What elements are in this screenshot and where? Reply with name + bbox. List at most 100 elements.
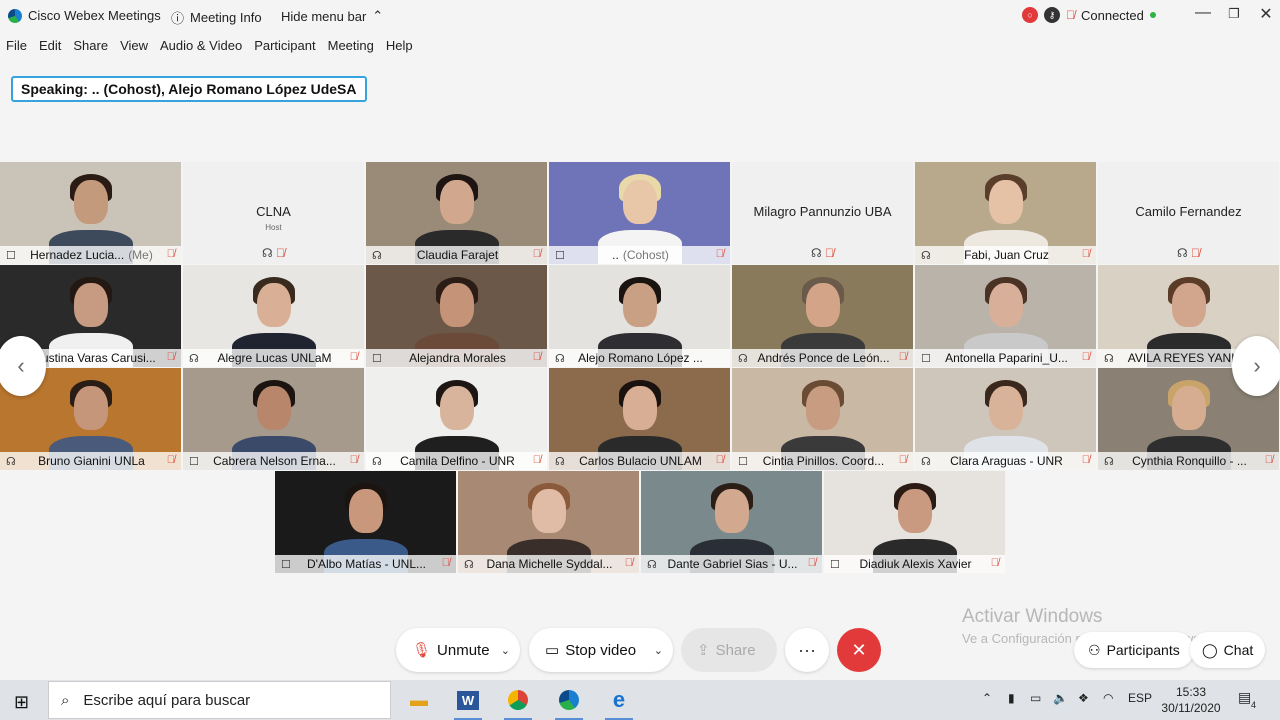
wifi-icon[interactable]: ◠ xyxy=(1103,691,1113,705)
windows-start-icon[interactable]: ⊞ xyxy=(14,692,29,713)
participant-tile[interactable]: ☊ Fabi, Juan Cruz 🎙̸ xyxy=(915,162,1096,264)
stop-video-button[interactable]: ▭ Stop video ⌄ xyxy=(529,628,673,672)
participant-tile[interactable]: ☐ Cabrera Nelson Erna... 🎙̸ xyxy=(183,368,364,470)
menu-edit[interactable]: Edit xyxy=(33,34,67,56)
participant-nameplate: ☐ Cintia Pinillos. Coord... 🎙̸ xyxy=(732,452,913,470)
participant-nameplate: ☐.. (Cohost) 🎙̸ xyxy=(549,246,730,264)
muted-mic-icon: 🎙̸ xyxy=(624,557,633,569)
menu-file[interactable]: File xyxy=(0,34,33,56)
participant-role: (Me) xyxy=(128,248,153,262)
participant-nameplate: ☊ Camila Delfino - UNR 🎙̸ xyxy=(366,452,547,470)
participant-tile[interactable]: ☊ Clara Araguas - UNR 🎙̸ xyxy=(915,368,1096,470)
participant-tile[interactable]: ☐ Diadiuk Alexis Xavier 🎙̸ xyxy=(824,471,1005,573)
dropbox-icon[interactable]: ❖ xyxy=(1078,691,1089,705)
menu-audio-video[interactable]: Audio & Video xyxy=(154,34,248,56)
participant-role: Host xyxy=(265,223,282,232)
participant-face xyxy=(988,386,1023,430)
participant-face xyxy=(805,283,840,327)
chevron-right-icon: › xyxy=(1253,353,1261,378)
muted-mic-icon: 🎙̸ xyxy=(898,351,907,363)
recording-icon[interactable]: ○ xyxy=(1022,7,1038,23)
minimize-button[interactable]: — xyxy=(1188,4,1218,22)
close-window-button[interactable]: ✕ xyxy=(1251,4,1280,24)
menu-meeting[interactable]: Meeting xyxy=(322,34,380,56)
participant-tile[interactable]: ☊ Carlos Bulacio UNLAM 🎙̸ xyxy=(549,368,730,470)
phone-icon: ☐ xyxy=(372,353,382,365)
participant-tile[interactable]: ☐ D'Albo Matías - UNL... 🎙̸ xyxy=(275,471,456,573)
participant-tile[interactable]: CLNA Host ☊ 🎙̸ xyxy=(183,162,364,264)
muted-mic-icon: 🎙̸ xyxy=(166,248,175,260)
chevron-down-icon[interactable]: ⌄ xyxy=(501,644,510,657)
menu-participant[interactable]: Participant xyxy=(248,34,321,56)
participant-name: Dana Michelle Syddal... xyxy=(486,557,613,571)
participants-button[interactable]: ⚇ Participants xyxy=(1074,632,1194,668)
participant-tile[interactable]: ☐ Alejandra Morales 🎙̸ xyxy=(366,265,547,367)
headset-icon: ☊ xyxy=(1104,353,1114,365)
lock-icon[interactable]: ⚷ xyxy=(1044,7,1060,23)
participant-tile[interactable]: ☐ Hernadez Lucia... (Me) 🎙̸ xyxy=(0,162,181,264)
menu-help[interactable]: Help xyxy=(380,34,419,56)
connection-status: Connected xyxy=(1081,7,1144,23)
participant-tile[interactable]: ☊ Claudia Farajet 🎙̸ xyxy=(366,162,547,264)
chat-button[interactable]: ◯ Chat xyxy=(1190,632,1266,668)
show-hidden-icons-icon[interactable]: ⌃ xyxy=(982,691,992,705)
taskbar-search-box[interactable]: ⌕ Escribe aquí para buscar xyxy=(48,681,391,719)
share-icon: ⇪ xyxy=(697,642,710,659)
language-indicator[interactable]: ESP xyxy=(1128,691,1152,705)
hide-menu-bar-button[interactable]: Hide menu bar ⌃ xyxy=(281,8,383,24)
participant-name: Alejandra Morales xyxy=(409,351,506,365)
participant-nameplate: ☊ Dante Gabriel Sias - U... 🎙̸ xyxy=(641,555,822,573)
notifications-count: 4 xyxy=(1251,700,1257,710)
notifications-icon[interactable]: ▤ xyxy=(1238,689,1251,706)
participant-name: Clara Araguas - UNR xyxy=(950,454,1063,468)
participant-tile[interactable]: ☊ Alejo Romano López ... xyxy=(549,265,730,367)
participant-name: Camila Delfino - UNR xyxy=(400,454,515,468)
restore-button[interactable]: ❐ xyxy=(1219,6,1249,22)
menu-share[interactable]: Share xyxy=(67,34,114,56)
microphone-tray-icon[interactable]: ▮ xyxy=(1008,691,1015,705)
edge-app-icon[interactable]: e xyxy=(597,684,641,720)
participant-tile[interactable]: ☊ Dana Michelle Syddal... 🎙̸ xyxy=(458,471,639,573)
clock-date: 30/11/2020 xyxy=(1161,701,1221,715)
muted-mic-icon: 🎙̸ xyxy=(1066,8,1075,22)
share-button[interactable]: ⇪ Share xyxy=(681,628,777,672)
menu-view[interactable]: View xyxy=(114,34,154,56)
activate-windows-title: Activar Windows xyxy=(962,606,1103,627)
participant-face xyxy=(348,489,383,533)
taskbar-clock[interactable]: 15:33 30/11/2020 xyxy=(1160,684,1222,716)
volume-icon[interactable]: 🔈 xyxy=(1053,691,1068,705)
participant-name: Andrés Ponce de León... xyxy=(757,351,890,365)
participant-tile[interactable]: ☐ Cintia Pinillos. Coord... 🎙̸ xyxy=(732,368,913,470)
unmute-button[interactable]: 🎙 Unmute ⌄ xyxy=(396,628,520,672)
participant-tile[interactable]: ☐.. (Cohost) 🎙̸ xyxy=(549,162,730,264)
muted-mic-icon: 🎙̸ xyxy=(715,248,724,260)
battery-icon[interactable]: ▭ xyxy=(1030,691,1041,705)
chrome-app-icon[interactable] xyxy=(496,684,540,720)
headset-icon: ☊ xyxy=(1176,246,1188,260)
participant-status-icons: ☊ 🎙̸ xyxy=(732,246,913,260)
meeting-info-button[interactable]: ⓘ Meeting Info xyxy=(171,8,262,27)
participant-tile[interactable]: ☊ Alegre Lucas UNLaM 🎙̸ xyxy=(183,265,364,367)
muted-mic-icon: 🎙̸ xyxy=(349,351,358,363)
participant-nameplate: ☐ Diadiuk Alexis Xavier 🎙̸ xyxy=(824,555,1005,573)
participant-name: .. xyxy=(612,248,619,262)
muted-mic-icon: 🎙̸ xyxy=(807,557,816,569)
participant-tile[interactable]: ☊ Camila Delfino - UNR 🎙̸ xyxy=(366,368,547,470)
menu-bar: File Edit Share View Audio & Video Parti… xyxy=(0,34,419,56)
file-explorer-icon[interactable]: ▬ xyxy=(397,684,441,716)
participant-name: D'Albo Matías - UNL... xyxy=(307,557,426,571)
chevron-down-icon[interactable]: ⌄ xyxy=(654,644,663,657)
participant-face xyxy=(73,386,108,430)
end-meeting-button[interactable]: ✕ xyxy=(837,628,881,672)
participant-name: Antonella Paparini_U... xyxy=(945,351,1068,365)
word-app-icon[interactable]: W xyxy=(446,684,490,720)
participant-nameplate: ☐ Alejandra Morales 🎙̸ xyxy=(366,349,547,367)
webex-app-icon[interactable] xyxy=(547,684,591,720)
next-page-button[interactable]: › xyxy=(1232,336,1280,396)
more-options-button[interactable]: ··· xyxy=(785,628,829,672)
participant-tile[interactable]: Camilo Fernandez ☊ 🎙̸ xyxy=(1098,162,1279,264)
participant-tile[interactable]: Milagro Pannunzio UBA ☊ 🎙̸ xyxy=(732,162,913,264)
participant-tile[interactable]: ☐ Antonella Paparini_U... 🎙̸ xyxy=(915,265,1096,367)
participant-tile[interactable]: ☊ Andrés Ponce de León... 🎙̸ xyxy=(732,265,913,367)
participant-tile[interactable]: ☊ Dante Gabriel Sias - U... 🎙̸ xyxy=(641,471,822,573)
